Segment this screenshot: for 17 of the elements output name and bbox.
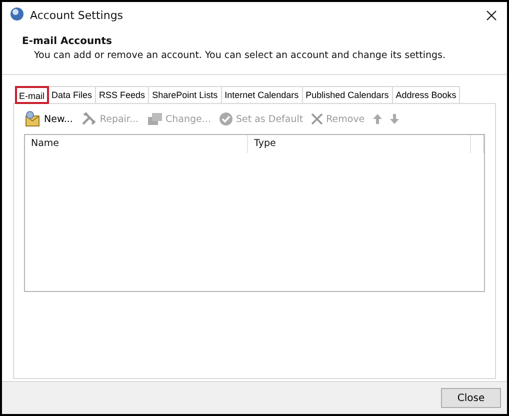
toolbar-button[interactable]: New... [24, 110, 74, 128]
accounts-list[interactable]: Name Type [24, 134, 485, 292]
app-icon [10, 6, 24, 24]
section-title: E-mail Accounts [22, 36, 113, 47]
tools-icon [80, 112, 97, 126]
column-header[interactable]: Name [25, 135, 248, 153]
close-button[interactable] [484, 8, 499, 22]
check-circle-icon [218, 112, 233, 126]
column-header[interactable]: Type [248, 135, 471, 153]
window-title: Account Settings [30, 8, 124, 22]
envelope-icon [25, 111, 41, 127]
section-description: You can add or remove an account. You can select an account and change its settings. [33, 50, 447, 61]
cards-icon [146, 112, 163, 126]
x-icon [311, 113, 324, 125]
tab[interactable]: E-mail [15, 86, 49, 104]
close-button[interactable]: Close [441, 388, 501, 408]
tab[interactable]: Address Books [392, 86, 460, 103]
